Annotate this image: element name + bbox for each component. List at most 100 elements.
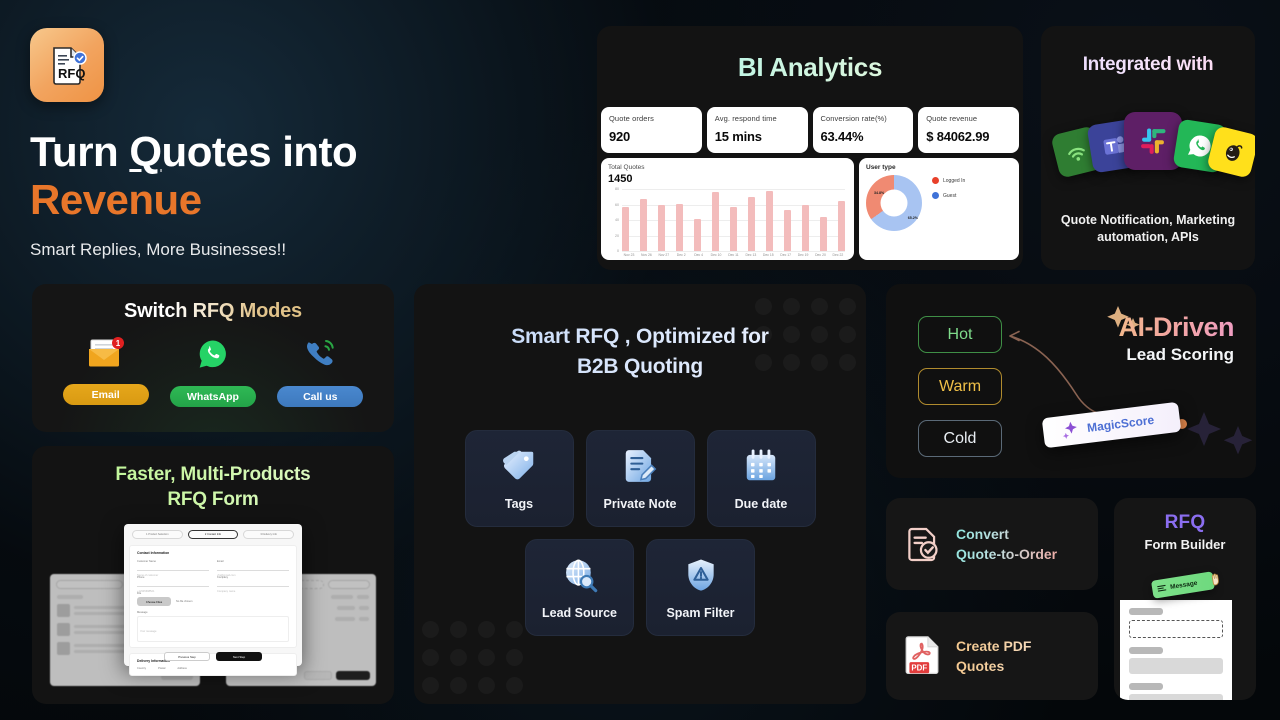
lead-chip-cold[interactable]: Cold	[918, 420, 1002, 457]
tag-icon	[503, 450, 534, 479]
ai-lead-scoring-panel: Hot Warm Cold AI-Driven Lead Scoring Mag…	[886, 284, 1256, 478]
feature-tile-private-note[interactable]: Private Note	[585, 430, 695, 527]
previous-step-button[interactable]: Previous Step	[164, 652, 210, 661]
feature-tile-label: Tags	[504, 496, 534, 511]
svg-text:RFQ: RFQ	[58, 66, 85, 81]
integrations-caption: Quote Notification, Marketing automation…	[1060, 213, 1236, 244]
choose-files-button[interactable]: Choose Files	[137, 597, 171, 606]
switch-rfq-modes-panel: Switch RFQ Modes 1 Email WhatsApp Call u…	[32, 284, 394, 432]
chart-x-tick: Nov 27	[658, 253, 670, 257]
mode-button-call[interactable]: Call us	[277, 386, 364, 407]
field-placeholder: Company name	[217, 590, 236, 593]
feature-tile-lead-source[interactable]: Lead Source	[525, 539, 634, 636]
legend-swatch	[932, 177, 939, 184]
file-label: File	[137, 592, 142, 595]
chart-x-tick: Dec 17	[780, 253, 792, 257]
pdf-icon-text: PDF	[911, 663, 927, 672]
pdf-card-line1: Create PDF	[956, 638, 1032, 654]
chart-y-tick: 20	[615, 233, 619, 238]
message-chip-label: Message	[1169, 579, 1198, 591]
globe-search-icon	[565, 558, 597, 592]
charts-row: Total Quotes 1450 80 60 40 20 0 Nov 23 Nov 26…	[597, 158, 1023, 260]
convert-card-line2: Quote-to-Order	[956, 546, 1058, 562]
smart-rfq-panel: Smart RFQ , Optimized for B2B Quoting Ta…	[414, 284, 866, 704]
magicscore-label: MagicScore	[1086, 412, 1155, 435]
delivery-header: Postal	[158, 667, 166, 670]
chart-x-tick: Nov 26	[641, 253, 652, 257]
lead-chip-label: Warm	[938, 377, 982, 395]
feature-tile-due-date[interactable]: Due date	[706, 430, 816, 527]
doc-check-icon	[908, 527, 938, 562]
lead-chip-hot[interactable]: Hot	[918, 316, 1002, 353]
chart-x-tick: Dec 20	[815, 253, 826, 257]
chart-x-tick: Dec 22	[832, 253, 844, 257]
email-icon: 1	[87, 337, 125, 374]
preview-drop-zone[interactable]	[1129, 620, 1223, 638]
feature-tile-label: Due date	[734, 496, 788, 511]
note-edit-icon	[625, 449, 657, 482]
chart-bars	[622, 189, 845, 251]
chart-bar	[640, 199, 647, 251]
form-input[interactable]: Company name	[217, 579, 289, 593]
donut-chart: 34.8% 65.2%	[866, 175, 922, 231]
chart-bar	[730, 206, 737, 251]
chart-total-value: 1450	[608, 173, 633, 185]
mode-label: WhatsApp	[187, 390, 239, 403]
kpi-card: Quote orders 920	[601, 107, 702, 153]
total-quotes-chart-card: Total Quotes 1450 80 60 40 20 0 Nov 23 Nov 26…	[601, 158, 854, 260]
preview-field-box[interactable]	[1129, 694, 1223, 700]
mode-option-call[interactable]: Call us	[277, 337, 364, 407]
user-type-chart-card: User type 34.8% 65.2% Logged In Guest	[859, 158, 1019, 260]
donut-legend: Logged In Guest	[932, 177, 965, 207]
feature-tile-spam-filter[interactable]: Spam Filter	[646, 539, 755, 636]
integration-icons	[1041, 102, 1255, 182]
message-label: Message	[137, 611, 148, 614]
mode-option-email[interactable]: 1 Email	[62, 337, 149, 407]
form-input[interactable]: +12345698521	[137, 579, 209, 593]
feature-tile-label: Private Note	[603, 496, 677, 511]
preview-field-box[interactable]	[1129, 658, 1223, 674]
mode-button-email[interactable]: Email	[62, 384, 149, 405]
mode-button-whatsapp[interactable]: WhatsApp	[169, 386, 256, 407]
kpi-row: Quote orders 920 Avg. respond time 15 mi…	[597, 107, 1023, 153]
chart-bar	[694, 219, 701, 251]
chart-x-tick: Dec 11	[728, 253, 739, 257]
chart-bar	[838, 200, 845, 251]
kpi-label: Quote revenue	[926, 114, 978, 123]
title-accent-line: Revenue	[30, 176, 202, 223]
switch-modes-title: Switch RFQ Modes	[32, 300, 394, 323]
chart-bar	[820, 216, 827, 251]
message-textarea[interactable]: Your message	[137, 616, 289, 642]
calendar-icon	[746, 449, 776, 480]
title-part-a: Turn	[30, 128, 130, 175]
shield-warning-icon	[687, 558, 714, 591]
email-badge-count: 1	[115, 339, 120, 348]
chart-y-tick: 60	[615, 202, 619, 207]
chart-y-tick: 0	[617, 249, 619, 253]
bi-analytics-title: BI Analytics	[597, 52, 1023, 83]
chart-y-tick: 80	[615, 187, 619, 191]
convert-quote-card[interactable]: Convert Quote-to-Order	[886, 498, 1098, 590]
create-pdf-card[interactable]: PDF Create PDF Quotes	[886, 612, 1098, 700]
form-input[interactable]: Name of customer	[137, 563, 209, 577]
form-mockup-center: 1 Product Selection 2 Contact Info 3 Del…	[124, 524, 302, 676]
convert-card-text: Convert Quote-to-Order	[956, 524, 1057, 564]
step-label: 1 Product Selection	[146, 533, 169, 536]
chart-x-tick: Dec 4	[694, 253, 704, 257]
chart-bar	[748, 196, 755, 251]
donut-hole	[880, 189, 908, 217]
lead-chip-warm[interactable]: Warm	[918, 368, 1002, 405]
hand-cursor-icon	[1211, 573, 1219, 586]
kpi-label: Conversion rate(%)	[820, 114, 887, 123]
chart-x-tick: Dec 19	[797, 253, 809, 257]
form-input[interactable]: yhs@gmail.com	[217, 563, 289, 577]
chart-bar	[766, 190, 773, 251]
kpi-label: Avg. respond time	[714, 114, 777, 123]
next-step-button[interactable]: Next Step	[216, 652, 262, 661]
mode-option-whatsapp[interactable]: WhatsApp	[169, 337, 256, 407]
chart-bar	[622, 206, 629, 251]
message-block-chip[interactable]: Message	[1150, 571, 1219, 599]
donut-label: User type	[866, 164, 896, 171]
chart-bar	[658, 204, 665, 251]
feature-tile-tags[interactable]: Tags	[464, 430, 574, 527]
